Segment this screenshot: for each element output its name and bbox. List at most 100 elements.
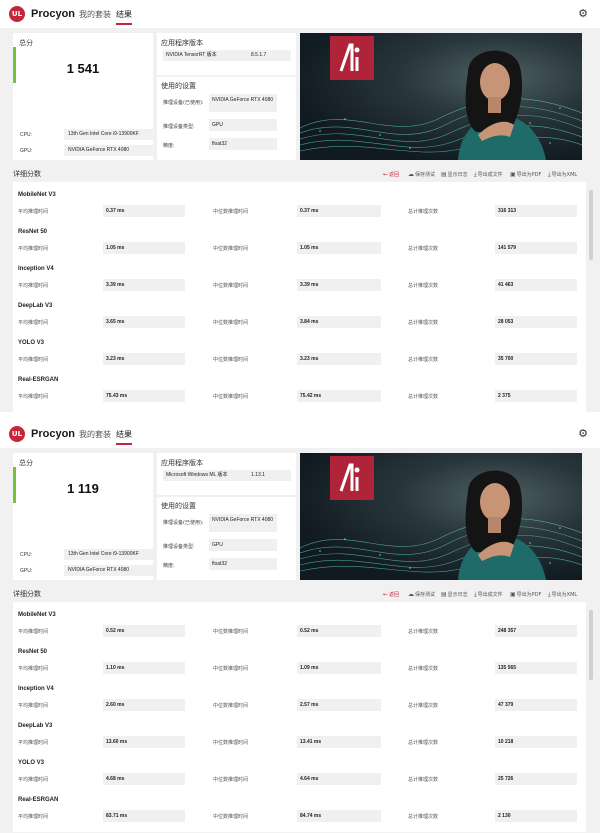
- score-title: 总分: [19, 459, 33, 467]
- avg-time-label: 平均推理时间: [18, 320, 49, 326]
- total-score: 1 541: [66, 61, 100, 76]
- cloud-icon: ☁: [408, 171, 414, 178]
- scrollbar[interactable]: [589, 190, 593, 260]
- ul-logo: UL: [9, 6, 25, 22]
- pdf-icon: ▣: [510, 591, 516, 598]
- total-count-value: 35 700: [495, 353, 577, 365]
- export-results-button[interactable]: ⤓导出成文件: [474, 591, 503, 599]
- score-panel: 总分 1 541 CPU: 13th Gen Intel Core i9-139…: [13, 33, 160, 160]
- show-log-button[interactable]: ▤显示日志: [441, 171, 468, 178]
- median-time-label: 中位数推理时间: [213, 740, 249, 746]
- app-version-row: Microsoft Windows ML 版本 1.13.1: [163, 470, 291, 481]
- app-name: Procyon: [31, 8, 76, 20]
- back-label: 返回: [389, 592, 400, 598]
- xml-download-icon: ⤓: [548, 591, 551, 598]
- save-test-label: 保存测试: [415, 172, 436, 178]
- median-time-value: 1.09 ms: [297, 662, 381, 674]
- gear-icon[interactable]: ⚙: [578, 427, 588, 440]
- export-xml-button[interactable]: ⤓导出为XML: [548, 171, 577, 179]
- avg-time-value: 2.60 ms: [103, 699, 185, 711]
- screenshot-divider: [0, 412, 600, 420]
- total-count-label: 总计推理次数: [408, 703, 439, 709]
- avg-time-label: 平均推理时间: [18, 246, 49, 252]
- app-version-value: 8.5.1.7: [251, 52, 267, 58]
- total-count-value: 2 375: [495, 390, 577, 402]
- tab-results[interactable]: 结果: [116, 9, 132, 25]
- median-time-value: 3.84 ms: [297, 316, 381, 328]
- model-name: MobileNet V3: [18, 612, 56, 618]
- export-results-button[interactable]: ⤓导出成文件: [474, 171, 503, 179]
- avg-time-value: 3.39 ms: [103, 279, 185, 291]
- median-time-value: 84.74 ms: [297, 810, 381, 822]
- app-version-title: 应用程序版本: [161, 459, 203, 467]
- median-time-value: 13.41 ms: [297, 736, 381, 748]
- gear-icon[interactable]: ⚙: [578, 7, 588, 20]
- hero-image: [300, 453, 582, 580]
- export-pdf-label: 导出为PDF: [516, 172, 542, 178]
- model-name: ResNet 50: [18, 649, 48, 655]
- app-header: UL Procyon 我的套装 结果 ⚙: [0, 420, 600, 448]
- median-time-label: 中位数推理时间: [213, 703, 249, 709]
- app-version-panel: 应用程序版本 NVIDIA TensorRT 版本 8.5.1.7: [157, 33, 296, 75]
- total-count-label: 总计推理次数: [408, 283, 439, 289]
- precision-value: float32: [209, 138, 277, 150]
- total-count-value: 248 357: [495, 625, 577, 637]
- xml-download-icon: ⤓: [548, 171, 551, 178]
- avg-time-value: 75.43 ms: [103, 390, 185, 402]
- avg-time-value: 13.60 ms: [103, 736, 185, 748]
- gpu-label: GPU:: [20, 568, 33, 574]
- median-time-label: 中位数推理时间: [213, 320, 249, 326]
- total-count-label: 总计推理次数: [408, 740, 439, 746]
- cpu-label: CPU:: [20, 132, 32, 138]
- avg-time-value: 0.37 ms: [103, 205, 185, 217]
- save-test-button[interactable]: ☁保存测试: [408, 591, 435, 598]
- model-name: Real-ESRGAN: [18, 377, 59, 383]
- total-count-label: 总计推理次数: [408, 357, 439, 363]
- cloud-icon: ☁: [408, 591, 414, 598]
- precision-value: float32: [209, 558, 277, 570]
- tab-my-suites[interactable]: 我的套装: [79, 429, 111, 440]
- avg-time-value: 83.71 ms: [103, 810, 185, 822]
- median-time-label: 中位数推理时间: [213, 357, 249, 363]
- detailed-scores-list: MobileNet V3 平均推理时间 0.52 ms 中位数推理时间 0.52…: [13, 602, 586, 832]
- back-button[interactable]: ←返回: [383, 591, 399, 598]
- back-label: 返回: [389, 172, 400, 178]
- back-button[interactable]: ←返回: [383, 171, 399, 178]
- export-pdf-button[interactable]: ▣导出为PDF: [510, 171, 541, 178]
- avg-time-label: 平均推理时间: [18, 357, 49, 363]
- inference-device-value: NVIDIA GeForce RTX 4080: [209, 514, 277, 532]
- export-results-label: 导出成文件: [477, 172, 503, 178]
- save-test-button[interactable]: ☁保存测试: [408, 171, 435, 178]
- avg-time-label: 平均推理时间: [18, 629, 49, 635]
- export-xml-label: 导出为XML: [551, 172, 578, 178]
- show-log-label: 显示日志: [447, 592, 468, 598]
- total-count-value: 28 053: [495, 316, 577, 328]
- total-count-label: 总计推理次数: [408, 629, 439, 635]
- scrollbar[interactable]: [589, 610, 593, 680]
- gpu-value: NVIDIA GeForce RTX 4080: [64, 565, 160, 576]
- app-version-panel: 应用程序版本 Microsoft Windows ML 版本 1.13.1: [157, 453, 296, 495]
- export-xml-button[interactable]: ⤓导出为XML: [548, 591, 577, 599]
- inference-device-type-value: GPU: [209, 539, 277, 551]
- ai-logo-badge: [330, 36, 374, 80]
- pdf-icon: ▣: [510, 171, 516, 178]
- model-name: Inception V4: [18, 266, 54, 272]
- precision-label: 精度:: [163, 563, 175, 569]
- settings-panel: 使用的设置 推理设备(已使用): NVIDIA GeForce RTX 4080…: [157, 497, 296, 580]
- total-count-label: 总计推理次数: [408, 320, 439, 326]
- total-count-label: 总计推理次数: [408, 777, 439, 783]
- tab-results[interactable]: 结果: [116, 429, 132, 445]
- show-log-label: 显示日志: [447, 172, 468, 178]
- model-name: DeepLab V3: [18, 723, 53, 729]
- median-time-value: 4.64 ms: [297, 773, 381, 785]
- tab-my-suites[interactable]: 我的套装: [79, 9, 111, 20]
- show-log-button[interactable]: ▤显示日志: [441, 591, 468, 598]
- total-count-value: 10 218: [495, 736, 577, 748]
- back-arrow-icon: ←: [383, 591, 389, 598]
- export-pdf-button[interactable]: ▣导出为PDF: [510, 591, 541, 598]
- avg-time-value: 3.23 ms: [103, 353, 185, 365]
- median-time-value: 0.37 ms: [297, 205, 381, 217]
- app-version-row: NVIDIA TensorRT 版本 8.5.1.7: [163, 50, 291, 61]
- woman-portrait-graphic: [458, 470, 546, 580]
- avg-time-label: 平均推理时间: [18, 777, 49, 783]
